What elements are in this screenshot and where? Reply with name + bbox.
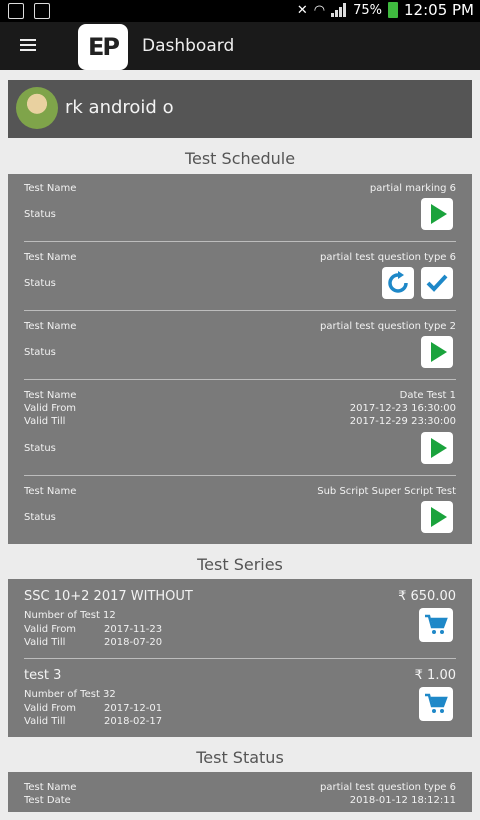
test-name-value: partial test question type 2 [319,321,456,332]
series-name: SSC 10+2 2017 WITHOUT [24,589,193,604]
status-bar: ✕ ◠ 75% 12:05 PM [0,0,480,22]
valid-till-label: Valid Till [24,416,66,427]
profile-card[interactable]: rk android o [8,80,472,138]
check-icon [426,274,448,292]
status-label: Status [24,347,56,358]
refresh-icon [388,271,408,293]
test-name-value: Date Test 1 [399,390,456,401]
image-icon [34,3,50,19]
test-name-label: Test Name [24,183,77,194]
valid-from-value: 2017-12-23 16:30:00 [349,403,456,414]
status-label: Status [24,209,56,220]
profile-name: rk android o [65,97,174,118]
buy-series-button[interactable] [419,687,453,721]
status-label: Status [24,443,56,454]
test-name-label: Test Name [24,252,77,263]
play-icon [430,342,447,362]
series-name: test 3 [24,668,62,683]
divider [24,310,456,311]
menu-icon[interactable] [20,39,36,51]
valid-till-value: 2018-02-17 [104,716,163,727]
test-name-label: Test Name [24,321,77,332]
series-test-count: Number of Test 12 [24,610,116,621]
divider [24,475,456,476]
valid-from-label: Valid From [24,403,77,414]
app-bar: EP Dashboard [0,22,480,70]
test-status-panel: Test Name partial test question type 6 Te… [8,772,472,812]
clock: 12:05 PM [404,1,474,19]
play-icon [430,438,447,458]
play-icon [430,204,447,224]
divider [24,379,456,380]
valid-till-label: Valid Till [24,637,66,648]
test-schedule-panel: Test Name partial marking 6 Status Test N… [8,174,472,544]
series-price: ₹ 1.00 [414,668,456,683]
start-test-button[interactable] [421,432,453,464]
start-test-button[interactable] [421,501,453,533]
battery-percent: 75% [353,2,383,18]
test-name-label: Test Name [24,782,77,793]
status-label: Status [24,512,56,523]
test-series-heading: Test Series [197,555,283,574]
valid-till-value: 2018-07-20 [104,637,163,648]
series-price: ₹ 650.00 [398,589,456,604]
avatar [16,87,58,129]
series-test-count: Number of Test 32 [24,689,116,700]
valid-from-label: Valid From [24,624,77,635]
page-title: Dashboard [142,36,235,56]
valid-till-value: 2017-12-29 23:30:00 [349,416,456,427]
divider [24,241,456,242]
test-date-value: 2018-01-12 18:12:11 [349,795,456,806]
valid-from-value: 2017-11-23 [104,624,163,635]
start-test-button[interactable] [421,198,453,230]
test-name-label: Test Name [24,486,77,497]
test-name-value: partial test question type 6 [319,782,456,793]
status-label: Status [24,278,56,289]
buy-series-button[interactable] [419,608,453,642]
test-date-label: Test Date [24,795,71,806]
start-test-button[interactable] [421,336,453,368]
test-name-value: Sub Script Super Script Test [317,486,456,497]
test-schedule-heading: Test Schedule [184,149,296,168]
test-name-value: partial marking 6 [369,183,456,194]
test-name-value: partial test question type 6 [319,252,456,263]
divider [24,658,456,659]
valid-from-label: Valid From [24,703,77,714]
test-name-label: Test Name [24,390,77,401]
wifi-icon: ◠ [313,2,326,18]
app-logo: EP [78,24,128,70]
test-series-panel: SSC 10+2 2017 WITHOUT ₹ 650.00 Number of… [8,579,472,737]
mute-icon: ✕ [296,2,308,18]
resume-test-button[interactable] [382,267,414,299]
signal-icon [331,3,347,17]
cart-icon [425,614,448,634]
view-result-button[interactable] [421,267,453,299]
valid-till-label: Valid Till [24,716,66,727]
cart-icon [425,693,448,713]
notification-icon [8,3,24,19]
play-icon [430,507,447,527]
test-status-heading: Test Status [196,748,284,767]
valid-from-value: 2017-12-01 [104,703,163,714]
battery-icon [388,2,399,18]
